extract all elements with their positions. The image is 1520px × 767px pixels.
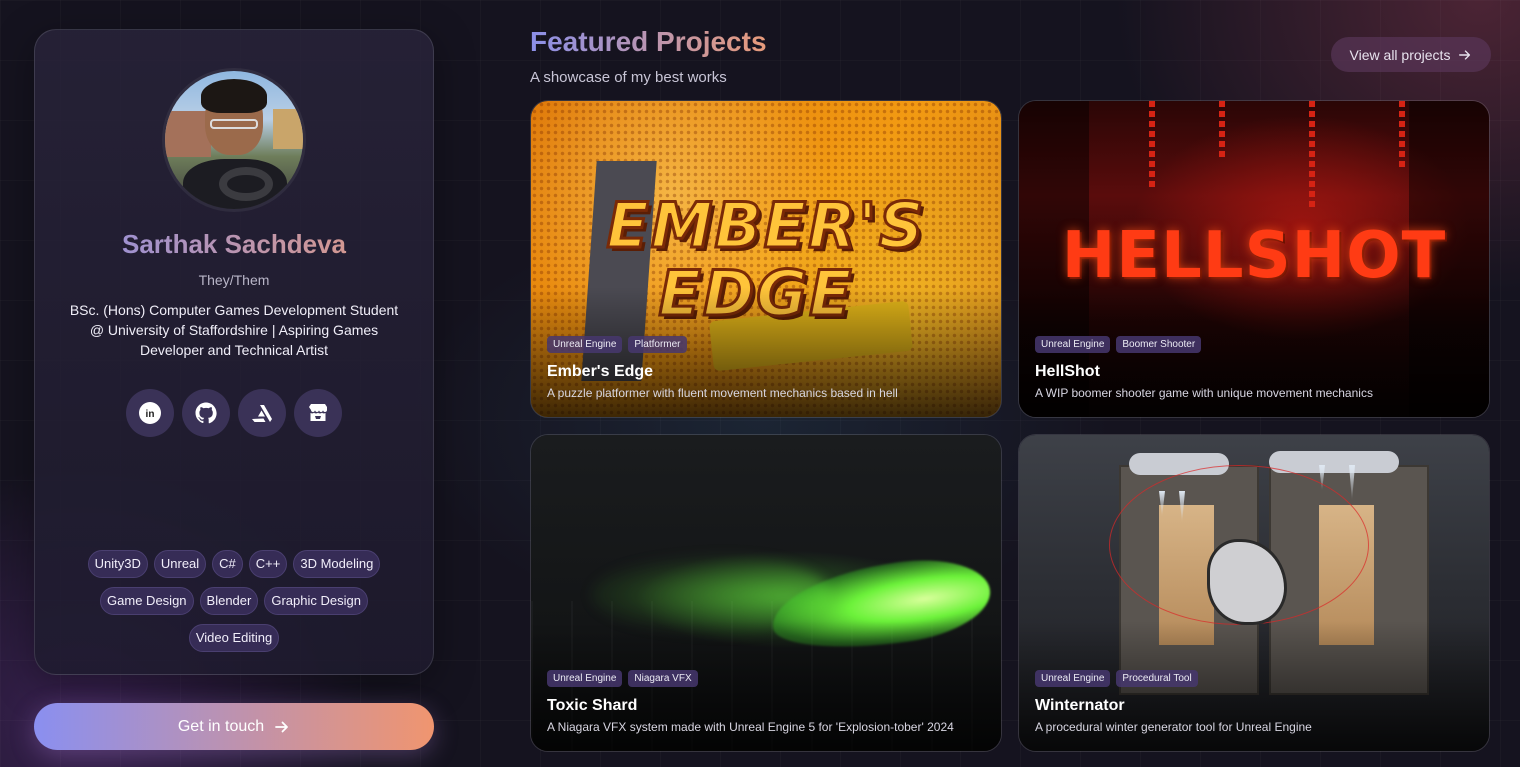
itchio-icon [309, 404, 327, 421]
skills-list: Unity3D Unreal C# C++ 3D Modeling Game D… [75, 550, 393, 652]
project-logo-text: HELLSHOT [1061, 219, 1447, 293]
project-description: A WIP boomer shooter game with unique mo… [1035, 386, 1373, 400]
avatar [165, 71, 303, 209]
project-tag: Unreal Engine [547, 670, 623, 687]
svg-text:in: in [146, 409, 155, 420]
skill-chip: 3D Modeling [293, 550, 381, 578]
project-tag: Platformer [628, 336, 687, 353]
project-card-embers-edge[interactable]: EMBER'S EDGE Unreal Engine Platformer Em… [530, 100, 1002, 418]
profile-bio: BSc. (Hons) Computer Games Development S… [69, 302, 399, 358]
profile-name: Sarthak Sachdeva [35, 229, 433, 260]
artstation-icon [252, 405, 272, 422]
view-all-label: View all projects [1349, 46, 1451, 63]
skill-chip: Video Editing [188, 624, 280, 652]
project-title: Winternator [1035, 697, 1125, 714]
view-all-projects-button[interactable]: View all projects [1331, 37, 1491, 72]
project-tag: Unreal Engine [547, 336, 623, 353]
profile-card: Sarthak Sachdeva They/Them BSc. (Hons) C… [34, 29, 434, 675]
project-tag: Unreal Engine [1035, 336, 1111, 353]
project-title: Toxic Shard [547, 697, 638, 714]
skill-chip: Game Design [100, 587, 194, 615]
get-in-touch-label: Get in touch [177, 717, 265, 735]
arrow-right-icon [275, 721, 289, 732]
artstation-button[interactable] [238, 389, 286, 437]
skill-chip: C# [212, 550, 243, 578]
section-title: Featured Projects [530, 26, 767, 57]
skill-chip: Unreal [153, 550, 207, 578]
project-description: A puzzle platformer with fluent movement… [547, 386, 898, 400]
linkedin-button[interactable]: in [126, 389, 174, 437]
linkedin-icon: in [139, 402, 161, 424]
project-logo-text: EMBER'S [605, 188, 926, 264]
project-tags: Unreal Engine Niagara VFX [547, 670, 698, 687]
itchio-button[interactable] [294, 389, 342, 437]
get-in-touch-button[interactable]: Get in touch [34, 703, 434, 750]
skill-chip: Unity3D [87, 550, 148, 578]
project-title: Ember's Edge [547, 363, 654, 380]
project-tag: Unreal Engine [1035, 670, 1111, 687]
project-tag: Niagara VFX [628, 670, 698, 687]
project-tag: Boomer Shooter [1116, 336, 1202, 353]
skill-chip: Blender [199, 587, 259, 615]
profile-pronouns: They/Them [198, 272, 270, 288]
project-tags: Unreal Engine Boomer Shooter [1035, 336, 1202, 353]
project-card-toxic-shard[interactable]: Unreal Engine Niagara VFX Toxic Shard A … [530, 434, 1002, 752]
project-tags: Unreal Engine Platformer [547, 336, 687, 353]
github-icon [195, 402, 217, 424]
project-tag: Procedural Tool [1116, 670, 1198, 687]
skill-chip: Graphic Design [264, 587, 368, 615]
project-description: A procedural winter generator tool for U… [1035, 720, 1312, 734]
social-links: in [126, 389, 342, 437]
github-button[interactable] [182, 389, 230, 437]
project-title: HellShot [1035, 363, 1100, 380]
project-card-winternator[interactable]: Unreal Engine Procedural Tool Winternato… [1018, 434, 1490, 752]
project-description: A Niagara VFX system made with Unreal En… [547, 720, 954, 734]
section-subtitle: A showcase of my best works [530, 69, 727, 86]
project-tags: Unreal Engine Procedural Tool [1035, 670, 1198, 687]
arrow-right-icon [1459, 49, 1471, 60]
skill-chip: C++ [248, 550, 288, 578]
project-card-hellshot[interactable]: HELLSHOT Unreal Engine Boomer Shooter He… [1018, 100, 1490, 418]
